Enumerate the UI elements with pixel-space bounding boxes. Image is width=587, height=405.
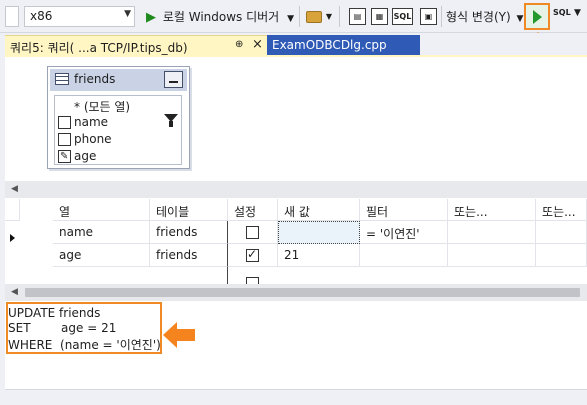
- chevron-down-icon: ▼: [325, 12, 333, 21]
- overflow-chevron-button[interactable]: ▼: [323, 6, 335, 27]
- toolbar-overflow-button[interactable]: ▼: [574, 8, 581, 18]
- sql-pane-icon: SQL: [392, 8, 413, 25]
- grid-cell-or2[interactable]: [536, 244, 587, 267]
- toolbar-separator: [339, 6, 340, 27]
- grid-header-or2: 또는...: [536, 199, 587, 221]
- tab-label: 쿼리5: 쿼리( ...a TCP/IP.tips_db): [10, 41, 188, 55]
- column-label: * (모든 열): [74, 100, 131, 114]
- criteria-pane-button[interactable]: ▦: [369, 6, 390, 27]
- grid-header-or1: 또는...: [448, 199, 536, 221]
- grid-cell-or2[interactable]: [536, 221, 587, 244]
- tab-label: ExamODBCDlg.cpp: [272, 38, 387, 52]
- column-checkbox[interactable]: [58, 116, 71, 129]
- grid-horizontal-scrollbar[interactable]: ◀: [5, 284, 587, 301]
- column-label: name: [74, 115, 109, 129]
- grid-header-set: 설정: [228, 199, 278, 221]
- play-icon: ▶: [146, 10, 156, 25]
- tab-examodbcdlg[interactable]: ExamODBCDlg.cpp: [267, 35, 420, 55]
- verify-sql-label: SQL: [553, 8, 571, 17]
- scroll-left-icon[interactable]: ◀: [11, 287, 18, 297]
- minimize-icon: [169, 81, 178, 83]
- grid-cell-or1[interactable]: [448, 221, 536, 244]
- scroll-left-icon[interactable]: ◀: [11, 184, 18, 194]
- row-header-corner: [5, 199, 20, 221]
- grid-cell-or1[interactable]: [448, 244, 536, 267]
- folder-icon: [305, 10, 322, 23]
- sql-pane-button[interactable]: SQL: [392, 6, 413, 27]
- execute-sql-button[interactable]: [524, 3, 550, 30]
- run-debugger-button[interactable]: ▶ 로컬 Windows 디버거 ▼: [142, 6, 297, 27]
- results-pane-button[interactable]: ▣: [418, 6, 439, 27]
- column-label: age: [74, 149, 97, 163]
- sql-line-3: WHERE (name = '이연진'): [8, 338, 161, 352]
- table-window-header[interactable]: friends: [50, 69, 187, 91]
- platform-value: x86: [30, 9, 53, 23]
- grid-header-column: 열: [53, 199, 150, 221]
- pencil-icon: ✎: [60, 151, 69, 162]
- tab-query5[interactable]: 쿼리5: 쿼리( ...a TCP/IP.tips_db) ⊕ ×: [5, 35, 267, 55]
- grid-cell-table[interactable]: friends: [150, 221, 228, 244]
- column-list: * (모든 열) name phone ✎ age: [54, 95, 182, 165]
- sql-pane[interactable]: UPDATE friends SET age = 21 WHERE (name …: [5, 301, 587, 389]
- verify-sql-button[interactable]: SQL: [553, 8, 571, 17]
- set-checkbox[interactable]: [246, 277, 259, 284]
- grid-header-table: 테이블: [150, 199, 228, 221]
- pin-icon[interactable]: ⊕: [235, 39, 243, 50]
- grid-cell-table[interactable]: [150, 267, 228, 284]
- current-row-pointer-icon: [10, 234, 15, 242]
- execute-icon: [532, 9, 542, 24]
- run-debugger-label: 로컬 Windows 디버거: [162, 10, 280, 24]
- grid-cell-new-value-selected[interactable]: [278, 221, 360, 244]
- format-change-menu[interactable]: 형식 변경(Y) ▼: [446, 8, 523, 25]
- grid-cell-column[interactable]: age: [53, 244, 150, 267]
- chevron-down-icon: ▼: [516, 14, 524, 24]
- results-pane-edge: [5, 389, 587, 405]
- grid-cell-filter[interactable]: = '이연진': [360, 221, 448, 244]
- set-checkbox-checked[interactable]: [246, 247, 259, 262]
- minimize-button[interactable]: [164, 71, 183, 88]
- folder-icon-button[interactable]: [303, 6, 324, 27]
- format-change-label: 형식 변경(Y): [446, 10, 511, 24]
- set-checkbox[interactable]: [246, 226, 259, 239]
- sql-line-2: SET age = 21: [8, 321, 117, 335]
- grid-cell-set[interactable]: [228, 244, 278, 267]
- orange-arrow-left-annotation: [163, 322, 195, 348]
- grid-cell-table[interactable]: friends: [150, 244, 228, 267]
- chevron-down-icon: ▼: [287, 14, 294, 24]
- table-name: friends: [74, 72, 116, 86]
- toolbar: x86 ▼ ▶ 로컬 Windows 디버거 ▼ ▼ ▤ ▦ SQL ▣ 형식 …: [0, 0, 587, 33]
- grid-cell-new-value[interactable]: 21: [278, 244, 360, 267]
- column-checkbox[interactable]: ✎: [58, 150, 71, 163]
- scrollbar-thumb[interactable]: [25, 288, 580, 297]
- config-select[interactable]: [5, 6, 19, 27]
- column-label: phone: [74, 132, 112, 146]
- close-icon[interactable]: ×: [252, 37, 263, 52]
- grid-header-filter: 필터: [360, 199, 448, 221]
- table-icon: [55, 73, 69, 85]
- criteria-grid: 열 테이블 설정 새 값 필터 또는... 또는... name friends…: [5, 199, 587, 284]
- document-tab-strip: 쿼리5: 쿼리( ...a TCP/IP.tips_db) ⊕ × ExamOD…: [0, 33, 587, 55]
- sql-line-1: UPDATE friends: [8, 306, 101, 320]
- grid-cell-filter[interactable]: [360, 244, 448, 267]
- grid-cell-set[interactable]: [228, 221, 278, 244]
- chevron-down-icon: ▼: [124, 9, 131, 19]
- filter-icon: [164, 114, 178, 127]
- diagram-horizontal-scrollbar[interactable]: ◀: [5, 181, 587, 198]
- chevron-down-icon: ▼: [574, 8, 581, 18]
- grid-header-new-value: 새 값: [278, 199, 360, 221]
- results-pane-icon: ▣: [420, 8, 437, 25]
- diagram-pane-icon: ▤: [349, 8, 366, 25]
- diagram-pane-button[interactable]: ▤: [347, 6, 368, 27]
- column-checkbox[interactable]: [58, 133, 71, 146]
- toolbar-separator: [299, 6, 300, 27]
- toolbar-separator: [441, 6, 442, 27]
- criteria-grid-icon: ▦: [371, 8, 388, 25]
- table-window-friends[interactable]: friends * (모든 열) name phone ✎ age: [47, 66, 190, 169]
- grid-cell-column[interactable]: name: [53, 221, 150, 244]
- platform-select[interactable]: x86 ▼: [24, 6, 135, 27]
